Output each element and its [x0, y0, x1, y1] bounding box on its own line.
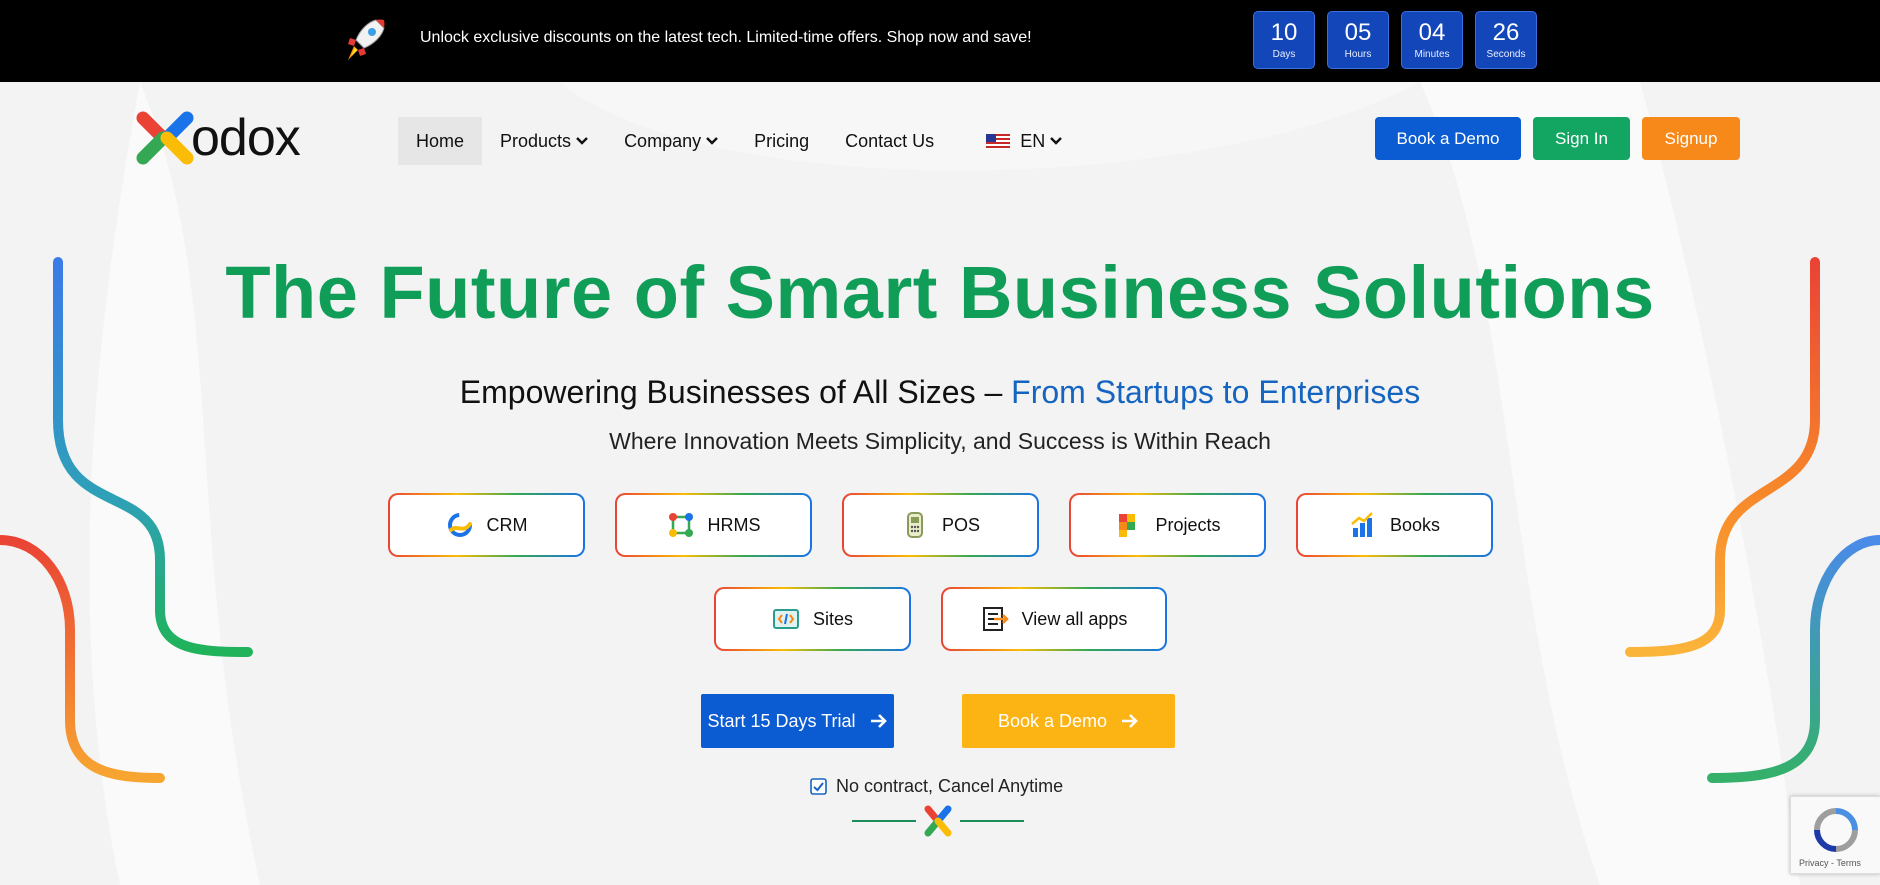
promo-bar: Unlock exclusive discounts on the latest…	[0, 0, 1880, 82]
main-nav: Home Products Company Pricing Contact Us…	[398, 117, 1080, 165]
chevron-down-icon	[1050, 137, 1063, 145]
countdown-value: 04	[1418, 19, 1446, 46]
brand-logo[interactable]: odox	[135, 106, 325, 170]
sign-in-button[interactable]: Sign In	[1533, 117, 1630, 160]
hero-subtitle-main: Empowering Businesses of All Sizes –	[459, 374, 1012, 410]
projects-icon	[1119, 514, 1136, 537]
app-button-pos[interactable]: POS	[841, 493, 1039, 557]
app-button-inner: CRM	[389, 495, 583, 555]
app-button-crm[interactable]: CRM	[387, 493, 585, 557]
sites-icon	[772, 609, 799, 629]
countdown-label: Days	[1272, 49, 1296, 60]
recaptcha-icon	[1814, 808, 1858, 852]
nav-label: Home	[416, 130, 465, 151]
hero-subtitle-accent: From Startups to Enterprises	[1011, 374, 1421, 410]
app-label: View all apps	[1021, 608, 1128, 629]
app-label: POS	[941, 514, 980, 535]
countdown-timer: 10 Days 05 Hours 04 Minutes 26 Seconds	[1253, 11, 1537, 69]
arrow-right-icon	[1122, 714, 1138, 728]
arrow-right-icon	[870, 714, 887, 728]
app-label: Books	[1389, 514, 1441, 535]
nav-label: Pricing	[754, 130, 810, 151]
app-button-books[interactable]: Books	[1295, 493, 1493, 557]
app-button-inner: View all apps	[942, 589, 1165, 649]
checkbox-checked-icon	[810, 778, 827, 795]
us-flag-icon	[986, 133, 1011, 149]
countdown-seconds: 26 Seconds	[1475, 11, 1537, 69]
app-button-hrms[interactable]: HRMS	[614, 493, 812, 557]
nav-contact-us[interactable]: Contact Us	[827, 117, 952, 165]
countdown-minutes: 04 Minutes	[1401, 11, 1463, 69]
start-trial-label: Start 15 Days Trial	[707, 710, 856, 731]
app-label: Sites	[812, 608, 854, 629]
nav-products[interactable]: Products	[482, 117, 606, 165]
app-label: CRM	[486, 514, 528, 535]
nav-label: Products	[500, 130, 572, 151]
nav-home[interactable]: Home	[398, 117, 483, 165]
odox-x-logo-icon	[136, 111, 194, 165]
hrms-icon	[668, 513, 693, 537]
app-buttons-row: CRM HRMS POS Projects Books	[0, 493, 1880, 557]
no-contract-note: No contract, Cancel Anytime	[810, 776, 1063, 797]
countdown-hours: 05 Hours	[1327, 11, 1389, 69]
hero-book-demo-label: Book a Demo	[997, 710, 1108, 731]
nav-pricing[interactable]: Pricing	[736, 117, 827, 165]
chevron-down-icon	[576, 137, 588, 145]
hero-title: The Future of Smart Business Solutions	[225, 251, 1655, 334]
language-label: EN	[1020, 130, 1046, 151]
crm-icon	[447, 513, 472, 537]
countdown-label: Minutes	[1414, 49, 1450, 60]
no-contract-text: No contract, Cancel Anytime	[836, 776, 1064, 796]
countdown-label: Seconds	[1486, 49, 1526, 60]
logo-divider	[852, 805, 1024, 837]
header-actions: Book a Demo Sign In Signup	[1375, 117, 1740, 160]
app-button-inner: POS	[843, 495, 1037, 555]
countdown-value: 10	[1270, 19, 1298, 46]
app-button-inner: HRMS	[616, 495, 810, 555]
countdown-days: 10 Days	[1253, 11, 1315, 69]
background-decoration	[0, 82, 1880, 885]
hero-tagline: Where Innovation Meets Simplicity, and S…	[609, 428, 1271, 454]
app-buttons-row: Sites View all apps	[0, 587, 1880, 651]
countdown-value: 05	[1344, 19, 1372, 46]
signup-button[interactable]: Signup	[1642, 117, 1740, 160]
promo-message: Unlock exclusive discounts on the latest…	[420, 29, 1032, 46]
rocket-icon	[348, 19, 385, 60]
app-button-inner: Projects	[1070, 495, 1264, 555]
app-label: Projects	[1155, 514, 1221, 535]
start-trial-button[interactable]: Start 15 Days Trial	[701, 694, 894, 748]
hero-subtitle: Empowering Businesses of All Sizes – Fro…	[0, 374, 1880, 411]
app-button-projects[interactable]: Projects	[1068, 493, 1266, 557]
hero-book-demo-button[interactable]: Book a Demo	[962, 694, 1175, 748]
pos-icon	[906, 512, 923, 538]
brand-wordmark: odox	[191, 109, 301, 167]
app-button-view-all-apps[interactable]: View all apps	[940, 587, 1167, 651]
recaptcha-links[interactable]: Privacy - Terms	[1799, 858, 1861, 868]
nav-label: Company	[624, 130, 702, 151]
recaptcha-badge[interactable]: Privacy - Terms	[1790, 796, 1880, 874]
nav-company[interactable]: Company	[606, 117, 736, 165]
book-demo-button[interactable]: Book a Demo	[1375, 117, 1521, 160]
language-selector[interactable]: EN	[968, 117, 1080, 165]
view-all-apps-icon	[982, 607, 1009, 631]
countdown-value: 26	[1492, 19, 1520, 46]
countdown-label: Hours	[1344, 49, 1372, 60]
app-label: HRMS	[707, 514, 761, 535]
app-button-inner: Sites	[715, 589, 909, 649]
app-button-sites[interactable]: Sites	[713, 587, 911, 651]
nav-label: Contact Us	[845, 130, 935, 151]
odox-x-logo-icon	[924, 805, 952, 837]
chevron-down-icon	[706, 137, 718, 145]
app-button-inner: Books	[1297, 495, 1491, 555]
books-icon	[1351, 512, 1373, 537]
